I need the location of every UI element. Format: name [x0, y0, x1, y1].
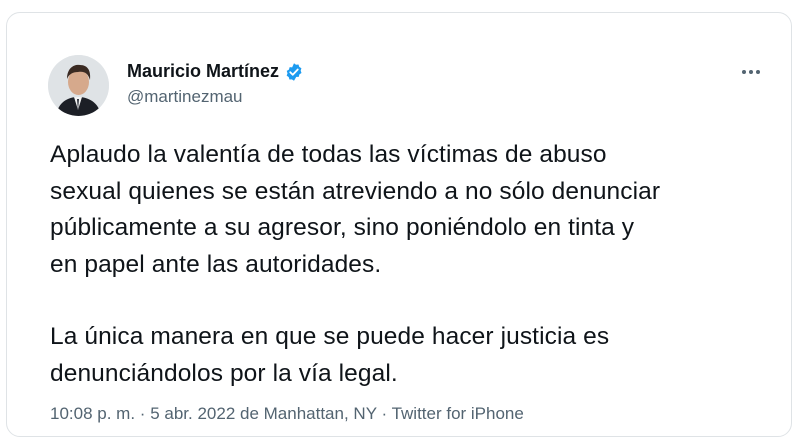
- tweet-time[interactable]: 10:08 p. m.: [50, 404, 135, 423]
- avatar-photo: [48, 55, 109, 116]
- tweet-paragraph-2: La única manera en que se puede hacer ju…: [50, 323, 610, 387]
- tweet-date-location[interactable]: 5 abr. 2022 de Manhattan, NY: [150, 404, 377, 423]
- verified-badge-icon: [284, 62, 304, 82]
- dot: [742, 70, 746, 74]
- author-row: Mauricio Martínez: [127, 61, 304, 82]
- tweet-card: Mauricio Martínez @martinezmau Aplaudo l…: [6, 12, 792, 437]
- dot: [749, 70, 753, 74]
- tweet-source[interactable]: Twitter for iPhone: [392, 404, 524, 423]
- tweet-meta: 10:08 p. m. · 5 abr. 2022 de Manhattan, …: [50, 404, 524, 424]
- tweet-paragraph-1: Aplaudo la valentía de todas las víctima…: [50, 141, 661, 278]
- avatar[interactable]: [48, 55, 109, 116]
- author-name[interactable]: Mauricio Martínez: [127, 61, 279, 82]
- dot: [756, 70, 760, 74]
- tweet-text: Aplaudo la valentía de todas las víctima…: [50, 137, 780, 392]
- separator: ·: [381, 404, 388, 423]
- separator: ·: [139, 404, 146, 423]
- more-dots-icon[interactable]: [738, 63, 764, 81]
- author-handle[interactable]: @martinezmau: [127, 87, 243, 107]
